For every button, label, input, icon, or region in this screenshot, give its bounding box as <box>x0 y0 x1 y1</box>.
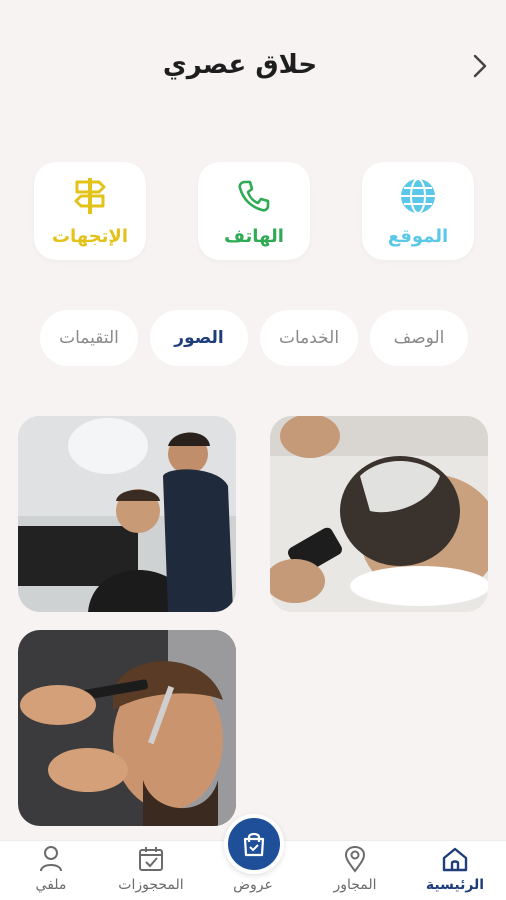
gallery-photo-haircut-salon[interactable] <box>18 416 236 612</box>
nav-bookings-label: المحجوزات <box>118 877 184 893</box>
nav-nearby[interactable]: المجاور <box>310 843 400 899</box>
shopping-bag-icon <box>243 832 265 857</box>
phone-button[interactable]: الهاتف <box>198 162 310 260</box>
page-title: حلاق عصري <box>162 50 318 80</box>
nav-offers-label: عروض <box>233 877 273 893</box>
home-icon <box>441 845 469 873</box>
globe-icon <box>398 176 438 216</box>
photo-gallery <box>0 416 506 836</box>
signpost-icon <box>70 176 110 216</box>
location-button[interactable]: الموقع <box>362 162 474 260</box>
app-header: حلاق عصري <box>0 40 506 96</box>
nav-bookings[interactable]: المحجوزات <box>106 843 196 899</box>
directions-button[interactable]: الإتجهات <box>34 162 146 260</box>
phone-icon <box>234 176 274 216</box>
back-button[interactable] <box>466 52 494 80</box>
gallery-photo-comb-scissors[interactable] <box>18 630 236 826</box>
tab-description[interactable]: الوصف <box>370 310 468 366</box>
tab-services[interactable]: الخدمات <box>260 310 358 366</box>
nav-home-label: الرئيسية <box>425 877 485 893</box>
gallery-photo-hair-wash[interactable] <box>270 416 488 612</box>
chevron-right-icon <box>473 54 487 78</box>
nav-nearby-label: المجاور <box>333 877 377 893</box>
directions-label: الإتجهات <box>51 226 129 247</box>
nav-profile-label: ملفي <box>35 877 67 893</box>
tab-reviews[interactable]: التقيمات <box>40 310 138 366</box>
tab-photos[interactable]: الصور <box>150 310 248 366</box>
tab-bar: الوصف الخدمات الصور التقيمات <box>0 310 506 368</box>
location-pin-icon <box>341 845 369 873</box>
location-label: الموقع <box>387 226 449 247</box>
nav-home[interactable]: الرئيسية <box>410 843 500 899</box>
nav-profile[interactable]: ملفي <box>6 843 96 899</box>
user-icon <box>37 845 65 873</box>
action-cards: الموقع الهاتف الإتجهات <box>0 162 506 262</box>
phone-label: الهاتف <box>224 226 284 247</box>
calendar-icon <box>137 845 165 873</box>
offers-fab-button[interactable] <box>224 814 284 874</box>
